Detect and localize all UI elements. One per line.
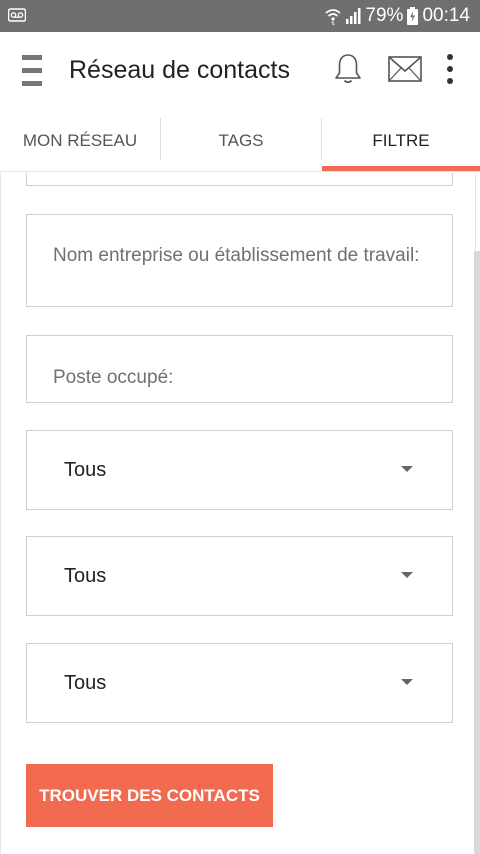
tab-tags[interactable]: TAGS: [161, 110, 321, 172]
scrollbar[interactable]: [474, 251, 480, 854]
filter-select-3[interactable]: Tous: [26, 643, 453, 723]
tab-bar: MON RÉSEAU TAGS FILTRE: [0, 110, 480, 172]
dropdown-arrow-icon: [401, 466, 413, 472]
app-bar: Réseau de contacts: [0, 32, 480, 110]
filter-form: Nom entreprise ou établissement de trava…: [0, 173, 480, 854]
mail-icon[interactable]: [388, 56, 422, 82]
find-contacts-button[interactable]: TROUVER DES CONTACTS: [26, 764, 273, 827]
position-placeholder: Poste occupé:: [53, 367, 174, 388]
position-input[interactable]: Poste occupé:: [26, 335, 453, 403]
battery-charging-icon: [407, 7, 419, 25]
battery-percent: 79%: [365, 5, 404, 26]
company-placeholder: Nom entreprise ou établissement de trava…: [53, 245, 420, 266]
dropdown-arrow-icon: [401, 679, 413, 685]
company-input[interactable]: Nom entreprise ou établissement de trava…: [26, 214, 453, 307]
tab-mon-reseau[interactable]: MON RÉSEAU: [0, 110, 160, 172]
page-title: Réseau de contacts: [69, 56, 290, 84]
dropdown-arrow-icon: [401, 572, 413, 578]
more-vert-icon[interactable]: [444, 54, 456, 86]
filter-select-1[interactable]: Tous: [26, 430, 453, 510]
select-value: Tous: [64, 672, 107, 694]
tab-filtre[interactable]: FILTRE: [322, 110, 480, 172]
wifi-icon: ⇅: [325, 9, 341, 25]
bell-icon[interactable]: [332, 52, 364, 86]
clock: 00:14: [422, 5, 470, 26]
voicemail-icon: [8, 8, 26, 22]
previous-field-partial[interactable]: [26, 173, 453, 186]
svg-text:⇅: ⇅: [331, 21, 335, 25]
signal-icon: [346, 8, 361, 24]
active-tab-indicator: [322, 166, 480, 171]
filter-select-2[interactable]: Tous: [26, 536, 453, 616]
menu-icon[interactable]: [22, 55, 42, 87]
select-value: Tous: [64, 565, 107, 587]
status-bar: ⇅ 79% 00:14: [0, 0, 480, 32]
select-value: Tous: [64, 459, 107, 481]
frame-border-left: [0, 173, 1, 854]
